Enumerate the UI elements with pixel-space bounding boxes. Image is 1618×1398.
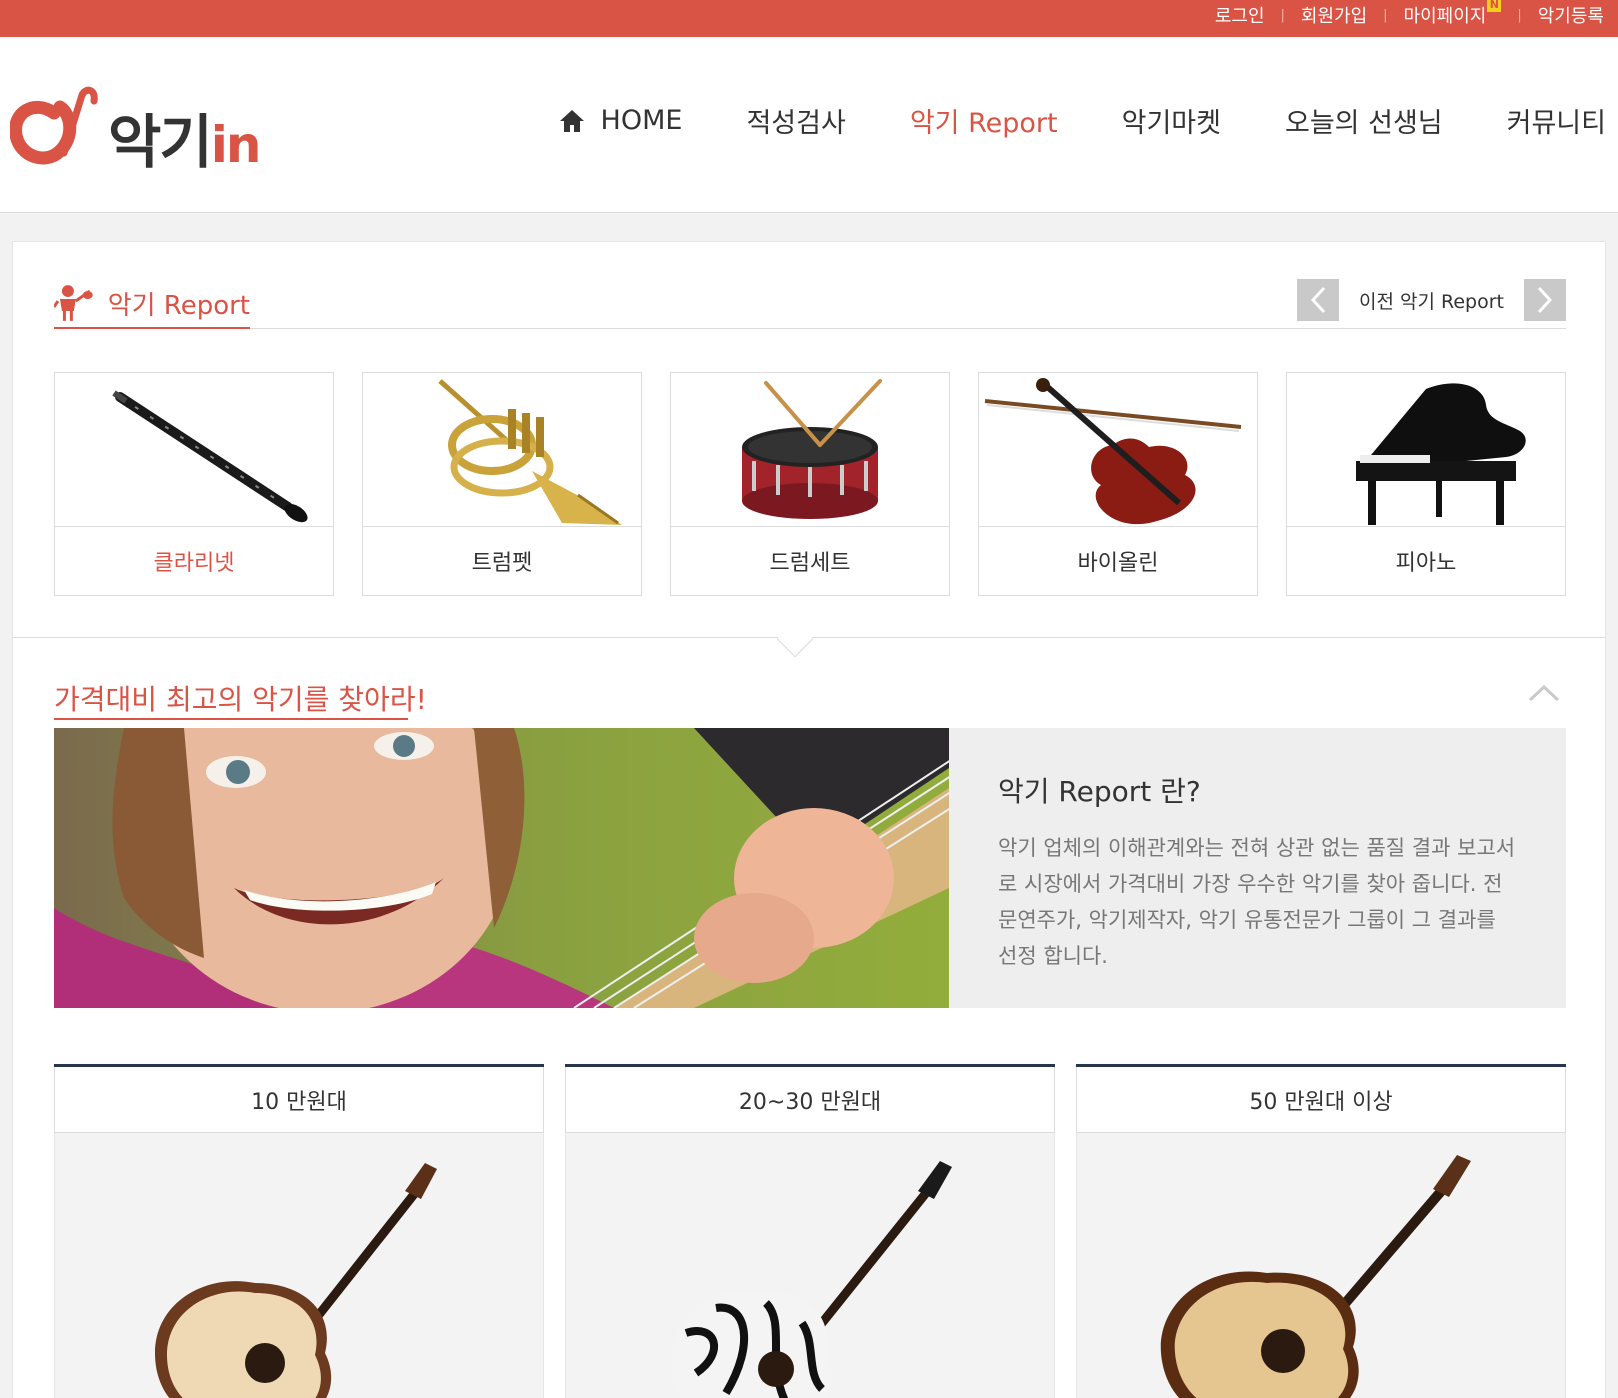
clarinet-image [112,390,308,522]
signup-link[interactable]: 회원가입 [1301,2,1367,28]
drum-image [742,378,882,519]
instrument-label: 피아노 [1395,551,1457,576]
register-instrument-link[interactable]: 악기등록 [1538,2,1604,28]
banner-photo [54,728,949,1008]
mypage-label: 마이페이지 [1403,6,1487,27]
logo-text: 악기 [108,108,213,176]
instrument-label: 클라리넷 [153,551,235,576]
divider-arrow [776,620,814,658]
report-pager: 이전 악기 Report [1297,279,1566,321]
instrument-image-wrap [671,373,949,527]
instrument-image-wrap [1287,373,1565,527]
instrument-label: 트럼펫 [471,551,533,576]
logo-suffix: in [210,116,262,174]
instrument-card-piano[interactable]: 피아노 [1286,372,1566,596]
report-section-header: 악기 Report 이전 악기 Report [54,279,1566,329]
about-text: 악기 Report 란? 악기 업체의 이해관계와는 전혀 상관 없는 품질 결… [998,770,1518,974]
chevron-left-icon [1310,286,1326,314]
next-report-button[interactable] [1524,279,1566,321]
price-range-label: 50 만원대 이상 [1076,1067,1566,1133]
chevron-up-icon [1528,684,1560,702]
prev-report-label: 이전 악기 Report [1359,290,1504,313]
price-range-image-wrap [1076,1133,1566,1398]
price-range-image-wrap [565,1133,1055,1398]
promo-title: 가격대비 최고의 악기를 찾아라! [54,683,427,716]
new-badge: N [1487,0,1502,12]
price-range-label: 20~30 만원대 [565,1067,1055,1133]
about-body: 악기 업체의 이해관계와는 전혀 상관 없는 품질 결과 보고서로 시장에서 가… [998,836,1516,968]
site-header: 악기in HOME 적성검사 악기 Report 악기마켓 오늘의 선생님 커뮤… [0,37,1618,213]
prev-report-button[interactable] [1297,279,1340,321]
acoustic-guitar-zebra-image [671,1161,952,1398]
utility-links: 로그인 | 회원가입 | 마이페이지N | 악기등록 [1215,0,1604,28]
home-icon [559,109,584,132]
price-range-20-30[interactable]: 20~30 만원대 [565,1064,1055,1398]
instrument-card-violin[interactable]: 바이올린 [978,372,1258,596]
logo-wordmark: 악기in [108,95,262,179]
nav-instrument-report[interactable]: 악기 Report [910,101,1058,140]
instrument-image-wrap [979,373,1257,527]
about-title: 악기 Report 란? [998,775,1201,808]
instrument-label: 바이올린 [1077,551,1159,576]
promo-header: 가격대비 최고의 악기를 찾아라! [54,678,1566,720]
instrument-label: 드럼세트 [769,551,851,576]
mypage-link[interactable]: 마이페이지N [1403,0,1502,28]
report-title: 악기 Report [107,290,250,321]
acoustic-guitar-sunburst-image [1160,1155,1471,1398]
nav-home[interactable]: HOME [559,105,683,136]
instrument-list: 클라리넷 트럼펫 드럼세트 바이올린 피아노 [54,372,1566,596]
instrument-image-wrap [363,373,641,527]
nav-instrument-market[interactable]: 악기마켓 [1122,101,1221,140]
instrument-image-wrap [55,373,333,527]
nav-community[interactable]: 커뮤니티 [1507,101,1606,140]
main-panel: 악기 Report 이전 악기 Report 클라리넷 트럼펫 드럼세트 바이올… [12,241,1606,1398]
report-title-wrap: 악기 Report [54,279,250,329]
price-range-50-plus[interactable]: 50 만원대 이상 [1076,1064,1566,1398]
login-link[interactable]: 로그인 [1215,2,1265,28]
kid-violin-icon [54,285,93,321]
promo-underline [54,718,408,720]
nav-aptitude-test[interactable]: 적성검사 [746,101,845,140]
chevron-right-icon [1537,286,1553,314]
site-logo[interactable]: 악기in [10,85,280,176]
price-range-image-wrap [54,1133,544,1398]
top-utility-bar: 로그인 | 회원가입 | 마이페이지N | 악기등록 [0,0,1618,37]
violin-image [984,377,1242,524]
instrument-card-drum[interactable]: 드럼세트 [670,372,950,596]
about-banner: 악기 Report 란? 악기 업체의 이해관계와는 전혀 상관 없는 품질 결… [54,728,1566,1008]
nav-home-label: HOME [600,105,683,136]
collapse-button[interactable] [1528,684,1560,706]
instrument-card-clarinet[interactable]: 클라리넷 [54,372,334,596]
price-range-label: 10 만원대 [54,1067,544,1133]
nav-todays-teacher[interactable]: 오늘의 선생님 [1285,101,1443,140]
main-nav: HOME 적성검사 악기 Report 악기마켓 오늘의 선생님 커뮤니티 [559,101,1606,140]
piano-image [1356,382,1526,525]
trumpet-image [438,378,622,525]
separator: | [1280,7,1285,23]
acoustic-guitar-natural-image [155,1163,437,1398]
smiling-girl-guitar-photo [54,728,949,1008]
separator: | [1383,7,1388,23]
price-range-list: 10 만원대 20~30 만원대 50 만원대 이상 [54,1064,1566,1398]
price-range-10[interactable]: 10 만원대 [54,1064,544,1398]
music-note-logo-icon [10,86,98,165]
instrument-card-trumpet[interactable]: 트럼펫 [362,372,642,596]
separator: | [1517,7,1522,23]
